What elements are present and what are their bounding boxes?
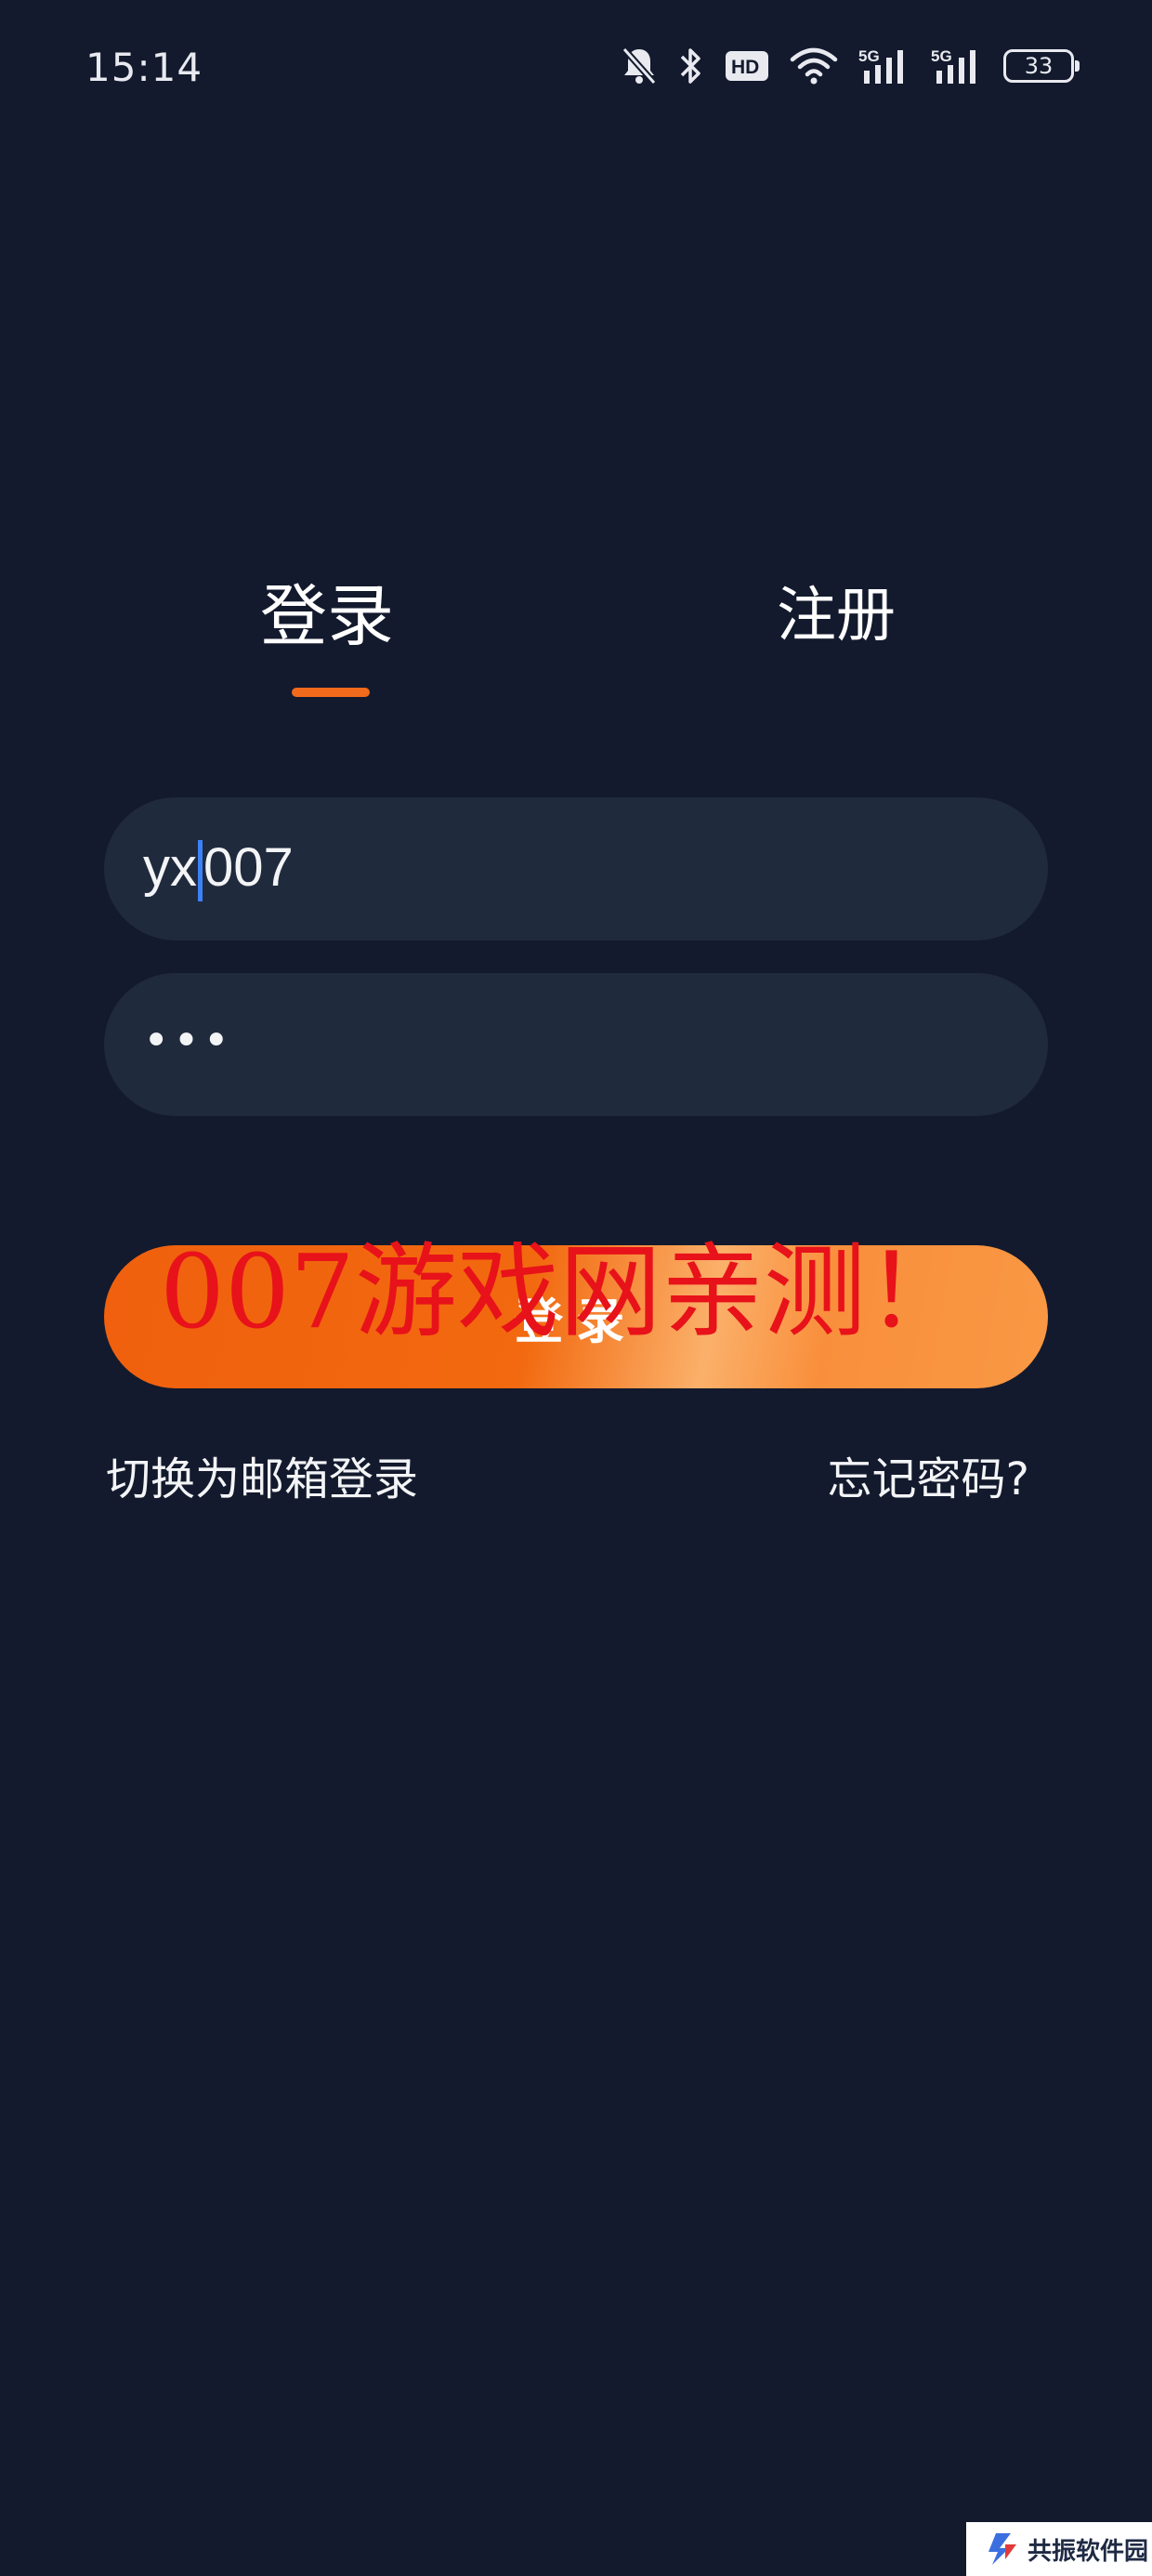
- network-label: 5G: [931, 47, 952, 65]
- username-value-after-caret: 007: [203, 836, 294, 898]
- username-input[interactable]: yx 007: [104, 797, 1048, 940]
- signal-5g-icon: 5G: [858, 47, 903, 84]
- tab-active-indicator: [292, 688, 370, 697]
- tab-register[interactable]: 注册: [777, 574, 896, 658]
- status-time: 15:14: [85, 45, 203, 90]
- signal-5g-icon: 5G: [931, 47, 975, 84]
- bluetooth-icon: [680, 48, 700, 84]
- network-label: 5G: [858, 47, 880, 65]
- battery-icon: 33: [1003, 49, 1080, 83]
- login-button-label: 登录: [514, 1294, 637, 1350]
- username-value: yx 007: [143, 836, 294, 902]
- forgot-password-link[interactable]: 忘记密码?: [828, 1442, 1029, 1507]
- site-logo: 共振软件园: [966, 2522, 1152, 2576]
- password-value: •••: [143, 1015, 233, 1067]
- login-button[interactable]: 登录: [104, 1245, 1048, 1388]
- site-logo-name: 共振软件园: [1028, 2537, 1149, 2566]
- username-value-before-caret: yx: [143, 836, 197, 898]
- hd-icon: HD: [726, 51, 768, 81]
- site-logo-icon: [988, 2533, 1016, 2565]
- login-screen: 15:14 HD 5G 5G 33 登录 注册 yx 007 ••• 登录 00…: [0, 0, 1152, 2576]
- tab-login[interactable]: 登录: [260, 574, 394, 658]
- password-input[interactable]: •••: [104, 973, 1048, 1116]
- hd-icon-label: HD: [731, 57, 759, 78]
- switch-to-email-login-link[interactable]: 切换为邮箱登录: [106, 1442, 418, 1507]
- status-bar: 15:14 HD 5G 5G 33: [0, 0, 1152, 139]
- wifi-icon: [790, 47, 838, 85]
- status-icons: HD 5G 5G 33: [621, 43, 1080, 89]
- text-caret: [198, 840, 203, 902]
- bell-off-icon: [622, 46, 657, 85]
- battery-level: 33: [1024, 53, 1054, 79]
